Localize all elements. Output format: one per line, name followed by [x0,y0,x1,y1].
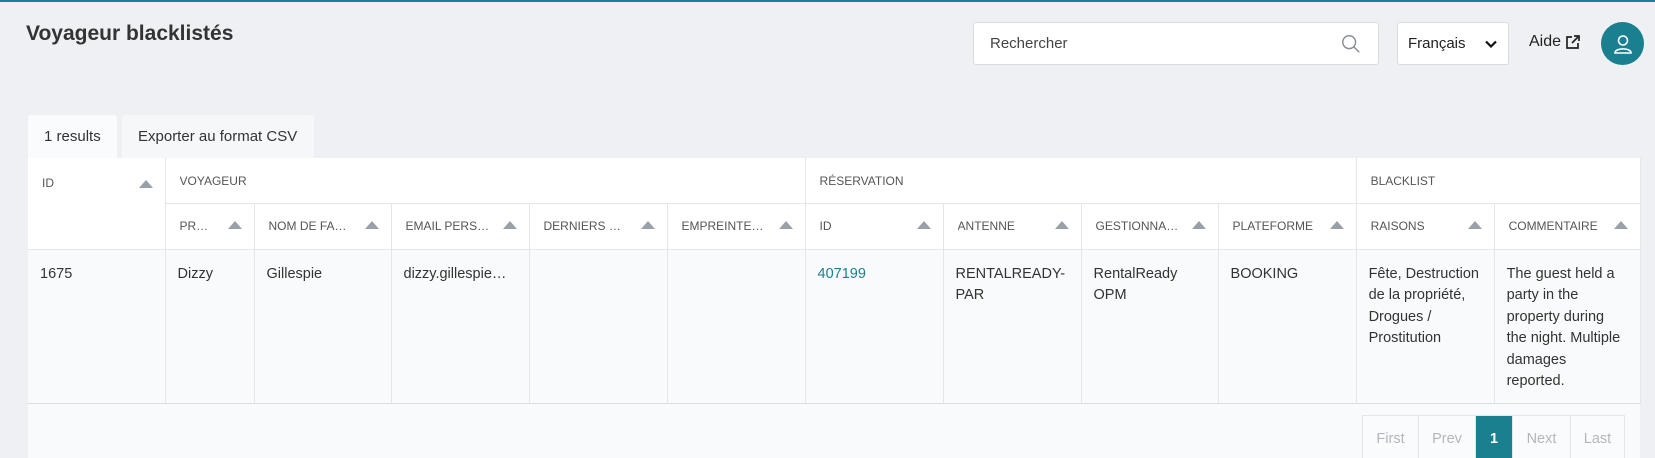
cell-id: 1675 [28,249,166,404]
sort-up-icon[interactable] [138,180,153,188]
reservation-link[interactable]: 407199 [818,266,866,282]
group-header-blacklist-label: BLACKLIST [1370,173,1436,188]
cell-prenom: Dizzy [165,249,255,404]
sort-up-icon[interactable] [502,221,517,229]
help-link[interactable]: Aide [1529,33,1582,51]
cell-derniers-chiffres [529,249,668,404]
language-select-value: Français [1408,35,1466,52]
column-header-label: EMAIL PERSONNEL [405,219,491,234]
cell-plateforme: BOOKING [1218,249,1357,404]
column-header-raisons[interactable]: RAISONS [1356,203,1495,250]
column-header-plateforme[interactable]: PLATEFORME [1218,203,1357,250]
results-count-tab: 1 results [28,115,117,158]
column-header-label: ANTENNE [957,219,1015,234]
cell-commentaire: The guest held a party in the property d… [1494,249,1641,404]
pagination-first[interactable]: First [1363,416,1419,458]
help-label: Aide [1529,33,1562,50]
column-header-derniers-chiffres[interactable]: DERNIERS CHIFFRES [529,203,668,250]
pagination-current-page[interactable]: 1 [1476,416,1513,458]
sort-up-icon[interactable] [364,221,379,229]
chevron-down-icon [1485,40,1497,48]
sort-up-icon[interactable] [1467,221,1482,229]
column-header-commentaire[interactable]: COMMENTAIRE [1494,203,1641,250]
cell-reservation-id: 407199 [805,249,944,404]
column-header-label: ID [819,219,832,234]
sort-up-icon[interactable] [1329,221,1344,229]
column-header-label: EMPREINTE CARTE [681,219,767,234]
sort-up-icon[interactable] [227,221,242,229]
toolbar-tabs: 1 results Exporter au format CSV [28,115,314,158]
pagination-last[interactable]: Last [1571,416,1624,458]
cell-raisons: Fête, Destruction de la propriété, Drogu… [1356,249,1495,404]
column-header-label: PRÉNOM [179,219,216,234]
sort-up-icon[interactable] [640,221,655,229]
column-header-label: COMMENTAIRE [1508,219,1598,234]
column-header-nom[interactable]: NOM DE FAMILLE [254,203,392,250]
export-csv-button[interactable]: Exporter au format CSV [122,115,314,158]
column-header-label: DERNIERS CHIFFRES [543,219,629,234]
page-title: Voyageur blacklistés [26,22,234,45]
sort-up-icon[interactable] [916,221,931,229]
column-header-gestionnaire[interactable]: GESTIONNAIRE [1081,203,1219,250]
pagination-prev[interactable]: Prev [1419,416,1476,458]
pagination: First Prev 1 Next Last [1362,415,1625,458]
column-header-label: GESTIONNAIRE [1095,219,1180,234]
group-header-reservation-label: RÉSERVATION [819,173,904,188]
sort-up-icon[interactable] [778,221,793,229]
column-header-reservation-id[interactable]: ID [805,203,944,250]
cell-gestionnaire: RentalReady OPM [1081,249,1219,404]
group-header-voyageur: VOYAGEUR [165,158,806,204]
sort-up-icon[interactable] [1054,221,1069,229]
column-header-label: RAISONS [1370,219,1425,234]
group-header-voyageur-label: VOYAGEUR [179,173,247,188]
blacklist-table-container: ID VOYAGEUR RÉSERVATION BLACKLIST PRÉNOM… [28,158,1641,458]
group-header-reservation: RÉSERVATION [805,158,1357,204]
cell-empreinte [667,249,806,404]
column-header-id-label: ID [42,175,54,190]
table-row[interactable]: 1675 Dizzy Gillespie dizzy.gillespie@...… [28,249,1641,404]
column-header-id[interactable]: ID [28,158,166,250]
external-link-icon [1566,35,1580,49]
user-icon [1613,34,1632,54]
column-header-email[interactable]: EMAIL PERSONNEL [391,203,530,250]
search-box[interactable] [973,22,1379,65]
column-header-antenne[interactable]: ANTENNE [943,203,1082,250]
cell-antenne: RENTALREADY-PAR [943,249,1082,404]
sort-up-icon[interactable] [1191,221,1206,229]
column-header-label: NOM DE FAMILLE [268,219,353,234]
user-avatar-button[interactable] [1601,22,1644,65]
search-input[interactable] [990,35,1340,52]
group-header-blacklist: BLACKLIST [1356,158,1641,204]
cell-nom: Gillespie [254,249,392,404]
column-header-prenom[interactable]: PRÉNOM [165,203,255,250]
pagination-next[interactable]: Next [1513,416,1571,458]
cell-email: dizzy.gillespie@... [391,249,530,404]
blacklist-table: ID VOYAGEUR RÉSERVATION BLACKLIST PRÉNOM… [28,158,1641,404]
column-header-empreinte[interactable]: EMPREINTE CARTE [667,203,806,250]
column-header-label: PLATEFORME [1232,219,1313,234]
language-select[interactable]: Français [1397,22,1509,65]
search-icon[interactable] [1340,33,1362,55]
sort-up-icon[interactable] [1613,221,1628,229]
